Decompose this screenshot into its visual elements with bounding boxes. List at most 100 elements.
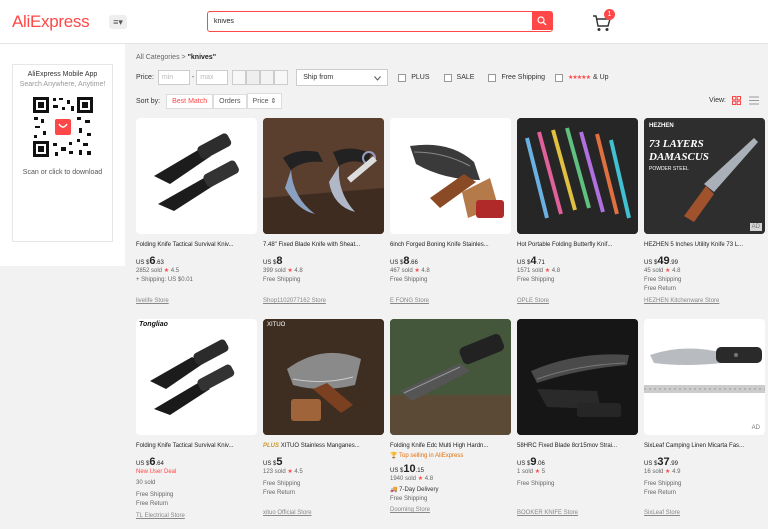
product-card[interactable]: Tongliao Folding Knife Tactical Survival…: [136, 319, 257, 519]
rating-stars: ★★★★★: [568, 75, 591, 81]
product-card[interactable]: 7.48" Fixed Blade Knife with Sheat... US…: [263, 118, 384, 315]
product-price: US $9.06: [517, 456, 545, 468]
camping-knife-image: [644, 347, 765, 393]
product-title[interactable]: 6inch Forged Boning Knife Stainles...: [390, 241, 511, 249]
boning-knife-image: [410, 144, 504, 218]
product-sales: 123 sold ★ 4.5: [263, 469, 303, 475]
product-card[interactable]: HEZHEN 73 LAYERS DAMASCUS POWDER STEEL A…: [644, 118, 765, 315]
product-card[interactable]: Folding Knife Tactical Survival Kniv... …: [136, 118, 257, 315]
price-max-input[interactable]: max: [196, 70, 229, 85]
store-link[interactable]: TL Electrical Store: [136, 513, 257, 519]
sort-price[interactable]: Price ⇕: [246, 93, 283, 109]
plus-filter[interactable]: PLUS: [398, 73, 430, 82]
product-title[interactable]: PLUS XITUO Stainless Manganes...: [263, 442, 384, 450]
list-view-icon[interactable]: [749, 96, 759, 105]
sort-best-match[interactable]: Best Match: [166, 93, 214, 109]
ship-from-select[interactable]: Ship from: [296, 69, 389, 86]
sort-orders[interactable]: Orders: [213, 93, 247, 109]
product-image[interactable]: [517, 319, 638, 435]
product-card[interactable]: Hot Portable Folding Butterfly Knif... U…: [517, 118, 638, 315]
product-card[interactable]: 58HRC Fixed Blade 8cr15mov Strai... US $…: [517, 319, 638, 516]
price-range-option[interactable]: [246, 70, 261, 85]
product-title[interactable]: 7.48" Fixed Blade Knife with Sheat...: [263, 241, 384, 249]
product-title[interactable]: Folding Knife Tactical Survival Kniv...: [136, 241, 257, 249]
plus-checkbox[interactable]: [398, 73, 407, 82]
category-menu-button[interactable]: ≡▾: [109, 15, 127, 29]
ship-from-label: Ship from: [303, 74, 334, 81]
product-sales: 1571 sold ★ 4.8: [517, 268, 561, 274]
product-return: Free Return: [644, 286, 677, 292]
store-link[interactable]: livelife Store: [136, 298, 257, 304]
ad-badge: AD: [749, 223, 762, 231]
store-link[interactable]: HEZHEN Kitchenware Store: [644, 298, 765, 304]
rating-checkbox[interactable]: [555, 73, 564, 82]
product-image[interactable]: [136, 118, 257, 234]
product-price: US $37.99: [644, 456, 678, 468]
store-link[interactable]: Shop1102077162 Store: [263, 298, 384, 304]
product-image[interactable]: XITUO: [263, 319, 384, 435]
sale-filter[interactable]: SALE: [443, 73, 475, 82]
product-image[interactable]: [390, 319, 511, 435]
search-button[interactable]: [532, 12, 552, 30]
product-card[interactable]: AD SixLeaf Camping Linen Micarta Fas... …: [644, 319, 765, 516]
product-card[interactable]: 6inch Forged Boning Knife Stainles... US…: [390, 118, 511, 315]
banner-line: 73 LAYERS: [649, 138, 704, 150]
plus-label: PLUS: [411, 74, 430, 81]
sort-bar: Sort by: Best Match Orders Price ⇕: [136, 93, 283, 109]
price-range-option[interactable]: [260, 70, 275, 85]
grid-view-icon[interactable]: [732, 96, 741, 105]
app-promo-sidebar: AliExpress Mobile App Search Anywhere, A…: [0, 44, 125, 266]
store-link[interactable]: xituo Official Store: [263, 510, 384, 516]
tactical-knife-image: [150, 339, 235, 415]
product-image[interactable]: Tongliao: [136, 319, 257, 435]
product-price: US $4.71: [517, 255, 545, 267]
aliexpress-logo[interactable]: AliExpress: [12, 12, 90, 32]
store-link[interactable]: BOOKER KNIFE Store: [517, 510, 638, 516]
product-shipping: Free Shipping: [644, 481, 682, 487]
product-title[interactable]: HEZHEN 5 Inches Utility Knife 73 L...: [644, 241, 765, 249]
free-shipping-checkbox[interactable]: [488, 73, 497, 82]
price-min-input[interactable]: min: [157, 70, 190, 85]
price-label: Price:: [136, 74, 154, 81]
product-card[interactable]: Folding Knife Edc Multi High Hardn... 🏆 …: [390, 319, 511, 516]
product-shipping: Free Shipping: [136, 492, 174, 498]
app-promo-title: AliExpress Mobile App: [27, 71, 98, 78]
product-card[interactable]: XITUO PLUS XITUO Stainless Manganes... U…: [263, 319, 384, 516]
product-shipping: Free Shipping: [517, 481, 555, 487]
free-shipping-filter[interactable]: Free Shipping: [488, 73, 545, 82]
product-title[interactable]: SixLeaf Camping Linen Micarta Fas...: [644, 442, 765, 450]
product-title[interactable]: Folding Knife Tactical Survival Kniv...: [136, 442, 257, 450]
product-sales: 1 sold ★ 5: [517, 469, 546, 475]
app-download-box[interactable]: AliExpress Mobile App Search Anywhere, A…: [12, 64, 113, 242]
price-range-option[interactable]: [232, 70, 247, 85]
butterfly-knife-image: [517, 118, 638, 234]
product-image[interactable]: AD: [644, 319, 765, 435]
delivery-badge: 🚚 7-Day Delivery: [390, 487, 439, 493]
store-link[interactable]: Dooming Store: [390, 507, 511, 513]
product-title[interactable]: 58HRC Fixed Blade 8cr15mov Strai...: [517, 442, 638, 450]
search-input[interactable]: [212, 14, 522, 29]
store-link[interactable]: SixLeaf Store: [644, 510, 765, 516]
product-image[interactable]: HEZHEN 73 LAYERS DAMASCUS POWDER STEEL A…: [644, 118, 765, 234]
product-return: Free Return: [263, 490, 296, 496]
price-dash: -: [191, 74, 195, 81]
banner-line: DAMASCUS: [649, 151, 709, 163]
product-return: Free Return: [136, 501, 169, 507]
brand-logo: XITUO: [267, 322, 286, 328]
breadcrumb-root[interactable]: All Categories: [136, 54, 180, 61]
product-title[interactable]: Folding Knife Edc Multi High Hardn...: [390, 442, 511, 450]
store-link[interactable]: OPLE Store: [517, 298, 638, 304]
product-image[interactable]: [263, 118, 384, 234]
product-image[interactable]: [390, 118, 511, 234]
product-sales: 16 sold ★ 4.9: [644, 469, 681, 475]
top-selling-badge: 🏆 Top selling in AliExpress: [390, 453, 464, 459]
product-title[interactable]: Hot Portable Folding Butterfly Knif...: [517, 241, 638, 249]
rating-filter[interactable]: ★★★★★ & Up: [555, 73, 609, 82]
price-range-option[interactable]: [274, 70, 289, 85]
product-image[interactable]: [517, 118, 638, 234]
sale-label: SALE: [456, 74, 475, 81]
sale-checkbox[interactable]: [443, 73, 452, 82]
product-shipping: Free Shipping: [644, 277, 682, 283]
store-link[interactable]: E FONG Store: [390, 298, 511, 304]
product-sales: 2852 sold ★ 4.5: [136, 268, 180, 274]
